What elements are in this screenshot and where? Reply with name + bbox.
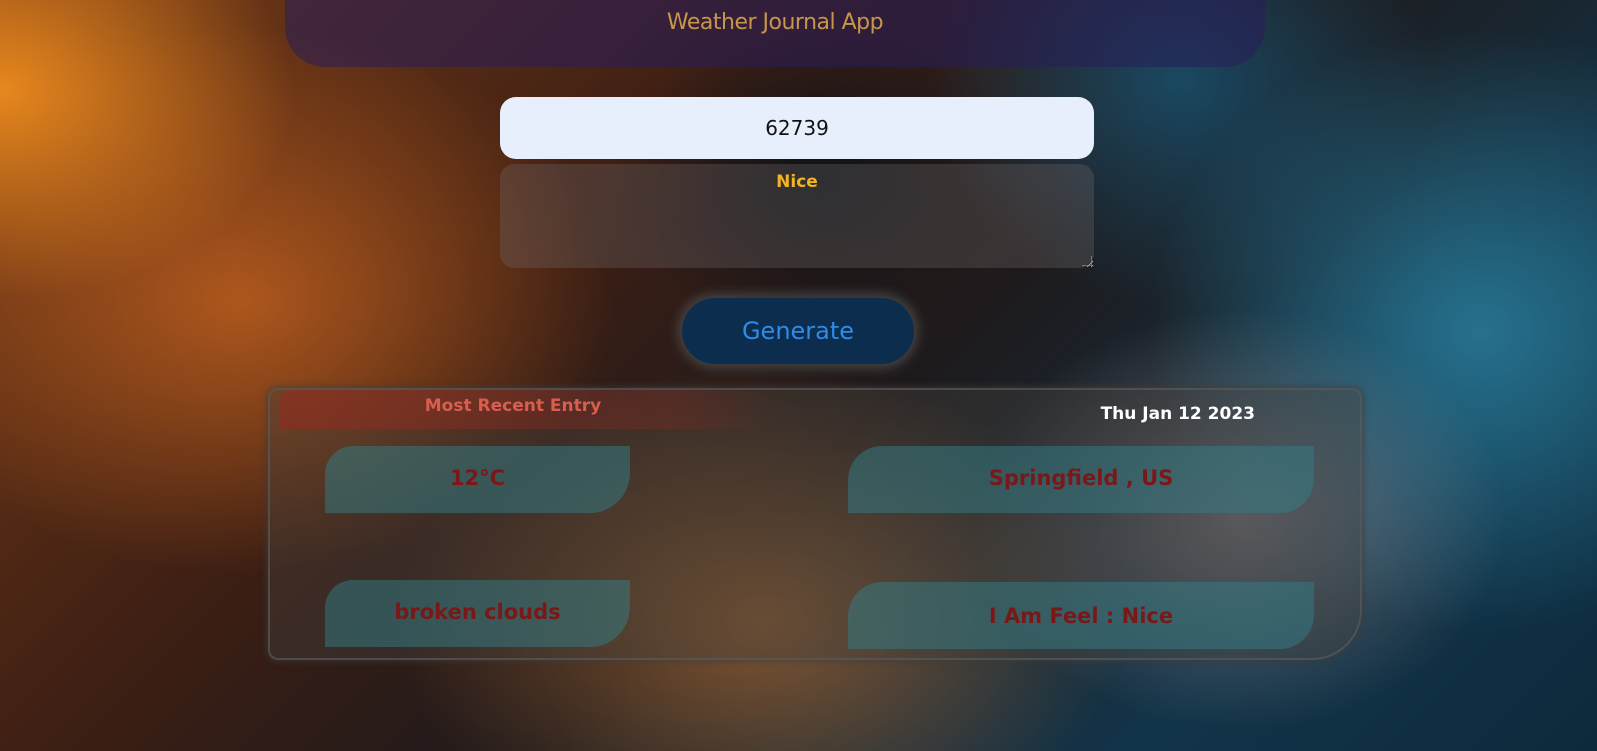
- location-value: Springfield , US: [848, 446, 1314, 513]
- generate-button[interactable]: Generate: [682, 298, 914, 364]
- feelings-textarea[interactable]: Nice: [500, 164, 1094, 268]
- most-recent-entry-panel: Most Recent Entry Thu Jan 12 2023 12°C S…: [268, 388, 1362, 660]
- feeling-value: I Am Feel : Nice: [848, 582, 1314, 649]
- entry-date: Thu Jan 12 2023: [1100, 404, 1255, 424]
- entry-title: Most Recent Entry: [424, 396, 602, 416]
- resize-handle-icon[interactable]: [1082, 256, 1092, 266]
- weather-description: broken clouds: [325, 580, 630, 647]
- app-title: Weather Journal App: [666, 10, 884, 35]
- app-header: Weather Journal App: [285, 0, 1265, 67]
- temperature-value: 12°C: [325, 446, 630, 513]
- zip-code-input[interactable]: [500, 97, 1094, 159]
- entry-header: Most Recent Entry: [280, 390, 776, 429]
